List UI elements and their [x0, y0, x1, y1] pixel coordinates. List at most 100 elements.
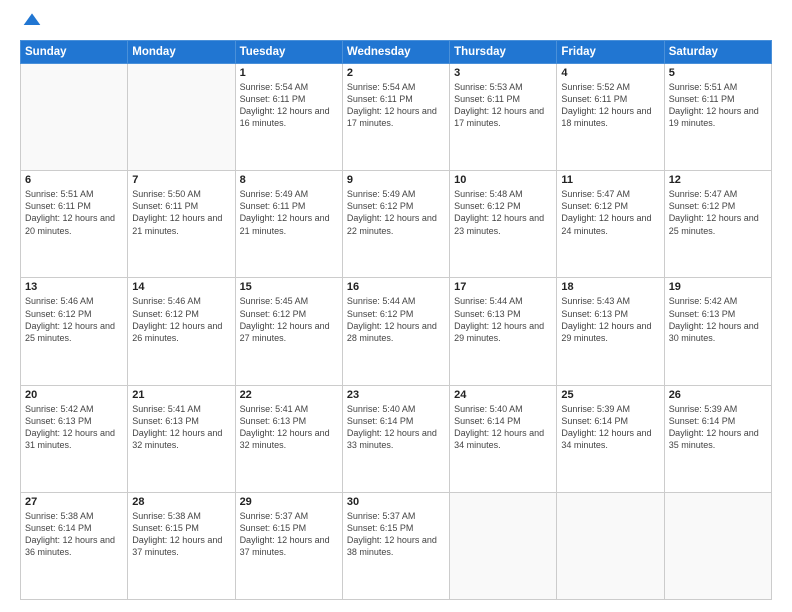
- calendar-cell: 22 Sunrise: 5:41 AMSunset: 6:13 PMDayligh…: [235, 385, 342, 492]
- day-number: 13: [25, 281, 123, 293]
- day-number: 9: [347, 174, 445, 186]
- day-number: 7: [132, 174, 230, 186]
- day-info: Sunrise: 5:38 AMSunset: 6:15 PMDaylight:…: [132, 510, 230, 559]
- calendar-cell: 9 Sunrise: 5:49 AMSunset: 6:12 PMDaylight…: [342, 171, 449, 278]
- calendar-cell: 19 Sunrise: 5:42 AMSunset: 6:13 PMDayligh…: [664, 278, 771, 385]
- calendar-cell: 26 Sunrise: 5:39 AMSunset: 6:14 PMDayligh…: [664, 385, 771, 492]
- day-info: Sunrise: 5:43 AMSunset: 6:13 PMDaylight:…: [561, 295, 659, 344]
- day-number: 22: [240, 389, 338, 401]
- day-info: Sunrise: 5:39 AMSunset: 6:14 PMDaylight:…: [669, 403, 767, 452]
- header: [20, 16, 772, 30]
- page: SundayMondayTuesdayWednesdayThursdayFrid…: [0, 0, 792, 612]
- day-info: Sunrise: 5:51 AMSunset: 6:11 PMDaylight:…: [669, 81, 767, 130]
- day-number: 29: [240, 496, 338, 508]
- day-info: Sunrise: 5:41 AMSunset: 6:13 PMDaylight:…: [132, 403, 230, 452]
- calendar-cell: 6 Sunrise: 5:51 AMSunset: 6:11 PMDaylight…: [21, 171, 128, 278]
- day-number: 2: [347, 67, 445, 79]
- day-of-week-header: Tuesday: [235, 41, 342, 64]
- day-info: Sunrise: 5:50 AMSunset: 6:11 PMDaylight:…: [132, 188, 230, 237]
- day-info: Sunrise: 5:54 AMSunset: 6:11 PMDaylight:…: [347, 81, 445, 130]
- day-number: 20: [25, 389, 123, 401]
- day-number: 11: [561, 174, 659, 186]
- day-number: 15: [240, 281, 338, 293]
- calendar-cell: 5Sunrise: 5:51 AMSunset: 6:11 PMDaylight…: [664, 64, 771, 171]
- calendar-cell: 15 Sunrise: 5:45 AMSunset: 6:12 PMDayligh…: [235, 278, 342, 385]
- calendar-cell: 14Sunrise: 5:46 AMSunset: 6:12 PMDayligh…: [128, 278, 235, 385]
- day-number: 3: [454, 67, 552, 79]
- day-number: 26: [669, 389, 767, 401]
- day-info: Sunrise: 5:47 AMSunset: 6:12 PMDaylight:…: [561, 188, 659, 237]
- calendar-cell: 8 Sunrise: 5:49 AMSunset: 6:11 PMDaylight…: [235, 171, 342, 278]
- day-number: 10: [454, 174, 552, 186]
- calendar-cell: 12Sunrise: 5:47 AMSunset: 6:12 PMDayligh…: [664, 171, 771, 278]
- day-info: Sunrise: 5:39 AMSunset: 6:14 PMDaylight:…: [561, 403, 659, 452]
- calendar-cell: [128, 64, 235, 171]
- calendar-cell: 27 Sunrise: 5:38 AMSunset: 6:14 PMDayligh…: [21, 492, 128, 599]
- day-of-week-header: Friday: [557, 41, 664, 64]
- day-number: 18: [561, 281, 659, 293]
- day-number: 24: [454, 389, 552, 401]
- calendar-cell: 29 Sunrise: 5:37 AMSunset: 6:15 PMDayligh…: [235, 492, 342, 599]
- day-info: Sunrise: 5:45 AMSunset: 6:12 PMDaylight:…: [240, 295, 338, 344]
- day-info: Sunrise: 5:44 AMSunset: 6:13 PMDaylight:…: [454, 295, 552, 344]
- calendar-week-row: 6 Sunrise: 5:51 AMSunset: 6:11 PMDaylight…: [21, 171, 772, 278]
- calendar-table: SundayMondayTuesdayWednesdayThursdayFrid…: [20, 40, 772, 600]
- day-info: Sunrise: 5:54 AMSunset: 6:11 PMDaylight:…: [240, 81, 338, 130]
- day-info: Sunrise: 5:48 AMSunset: 6:12 PMDaylight:…: [454, 188, 552, 237]
- day-number: 23: [347, 389, 445, 401]
- calendar-cell: [21, 64, 128, 171]
- calendar-cell: 7 Sunrise: 5:50 AMSunset: 6:11 PMDaylight…: [128, 171, 235, 278]
- calendar-cell: 3Sunrise: 5:53 AMSunset: 6:11 PMDaylight…: [450, 64, 557, 171]
- calendar-cell: 17 Sunrise: 5:44 AMSunset: 6:13 PMDayligh…: [450, 278, 557, 385]
- calendar-week-row: 13 Sunrise: 5:46 AMSunset: 6:12 PMDayligh…: [21, 278, 772, 385]
- logo: [20, 16, 42, 30]
- day-info: Sunrise: 5:44 AMSunset: 6:12 PMDaylight:…: [347, 295, 445, 344]
- calendar-cell: 25 Sunrise: 5:39 AMSunset: 6:14 PMDayligh…: [557, 385, 664, 492]
- day-info: Sunrise: 5:37 AMSunset: 6:15 PMDaylight:…: [240, 510, 338, 559]
- day-number: 12: [669, 174, 767, 186]
- calendar-cell: 24 Sunrise: 5:40 AMSunset: 6:14 PMDayligh…: [450, 385, 557, 492]
- calendar-cell: 16 Sunrise: 5:44 AMSunset: 6:12 PMDayligh…: [342, 278, 449, 385]
- day-info: Sunrise: 5:46 AMSunset: 6:12 PMDaylight:…: [25, 295, 123, 344]
- day-info: Sunrise: 5:40 AMSunset: 6:14 PMDaylight:…: [454, 403, 552, 452]
- calendar-header-row: SundayMondayTuesdayWednesdayThursdayFrid…: [21, 41, 772, 64]
- day-info: Sunrise: 5:51 AMSunset: 6:11 PMDaylight:…: [25, 188, 123, 237]
- calendar-cell: 20 Sunrise: 5:42 AMSunset: 6:13 PMDayligh…: [21, 385, 128, 492]
- calendar-cell: 4 Sunrise: 5:52 AMSunset: 6:11 PMDaylight…: [557, 64, 664, 171]
- day-number: 21: [132, 389, 230, 401]
- day-number: 16: [347, 281, 445, 293]
- day-info: Sunrise: 5:49 AMSunset: 6:11 PMDaylight:…: [240, 188, 338, 237]
- day-info: Sunrise: 5:49 AMSunset: 6:12 PMDaylight:…: [347, 188, 445, 237]
- calendar-cell: 10 Sunrise: 5:48 AMSunset: 6:12 PMDayligh…: [450, 171, 557, 278]
- calendar-cell: 28Sunrise: 5:38 AMSunset: 6:15 PMDayligh…: [128, 492, 235, 599]
- calendar-cell: [557, 492, 664, 599]
- calendar-cell: 21 Sunrise: 5:41 AMSunset: 6:13 PMDayligh…: [128, 385, 235, 492]
- calendar-cell: 2 Sunrise: 5:54 AMSunset: 6:11 PMDaylight…: [342, 64, 449, 171]
- day-of-week-header: Thursday: [450, 41, 557, 64]
- day-info: Sunrise: 5:52 AMSunset: 6:11 PMDaylight:…: [561, 81, 659, 130]
- calendar-cell: 30Sunrise: 5:37 AMSunset: 6:15 PMDayligh…: [342, 492, 449, 599]
- day-number: 1: [240, 67, 338, 79]
- day-number: 6: [25, 174, 123, 186]
- day-number: 8: [240, 174, 338, 186]
- day-number: 27: [25, 496, 123, 508]
- day-of-week-header: Wednesday: [342, 41, 449, 64]
- calendar-cell: 23Sunrise: 5:40 AMSunset: 6:14 PMDayligh…: [342, 385, 449, 492]
- calendar-cell: 13 Sunrise: 5:46 AMSunset: 6:12 PMDayligh…: [21, 278, 128, 385]
- calendar-cell: 18 Sunrise: 5:43 AMSunset: 6:13 PMDayligh…: [557, 278, 664, 385]
- calendar-cell: [664, 492, 771, 599]
- day-number: 4: [561, 67, 659, 79]
- day-of-week-header: Monday: [128, 41, 235, 64]
- day-number: 19: [669, 281, 767, 293]
- day-info: Sunrise: 5:42 AMSunset: 6:13 PMDaylight:…: [25, 403, 123, 452]
- day-info: Sunrise: 5:37 AMSunset: 6:15 PMDaylight:…: [347, 510, 445, 559]
- day-of-week-header: Saturday: [664, 41, 771, 64]
- day-number: 17: [454, 281, 552, 293]
- calendar-cell: 11 Sunrise: 5:47 AMSunset: 6:12 PMDayligh…: [557, 171, 664, 278]
- day-info: Sunrise: 5:38 AMSunset: 6:14 PMDaylight:…: [25, 510, 123, 559]
- logo-icon: [22, 10, 42, 30]
- day-of-week-header: Sunday: [21, 41, 128, 64]
- day-number: 25: [561, 389, 659, 401]
- day-info: Sunrise: 5:42 AMSunset: 6:13 PMDaylight:…: [669, 295, 767, 344]
- day-info: Sunrise: 5:41 AMSunset: 6:13 PMDaylight:…: [240, 403, 338, 452]
